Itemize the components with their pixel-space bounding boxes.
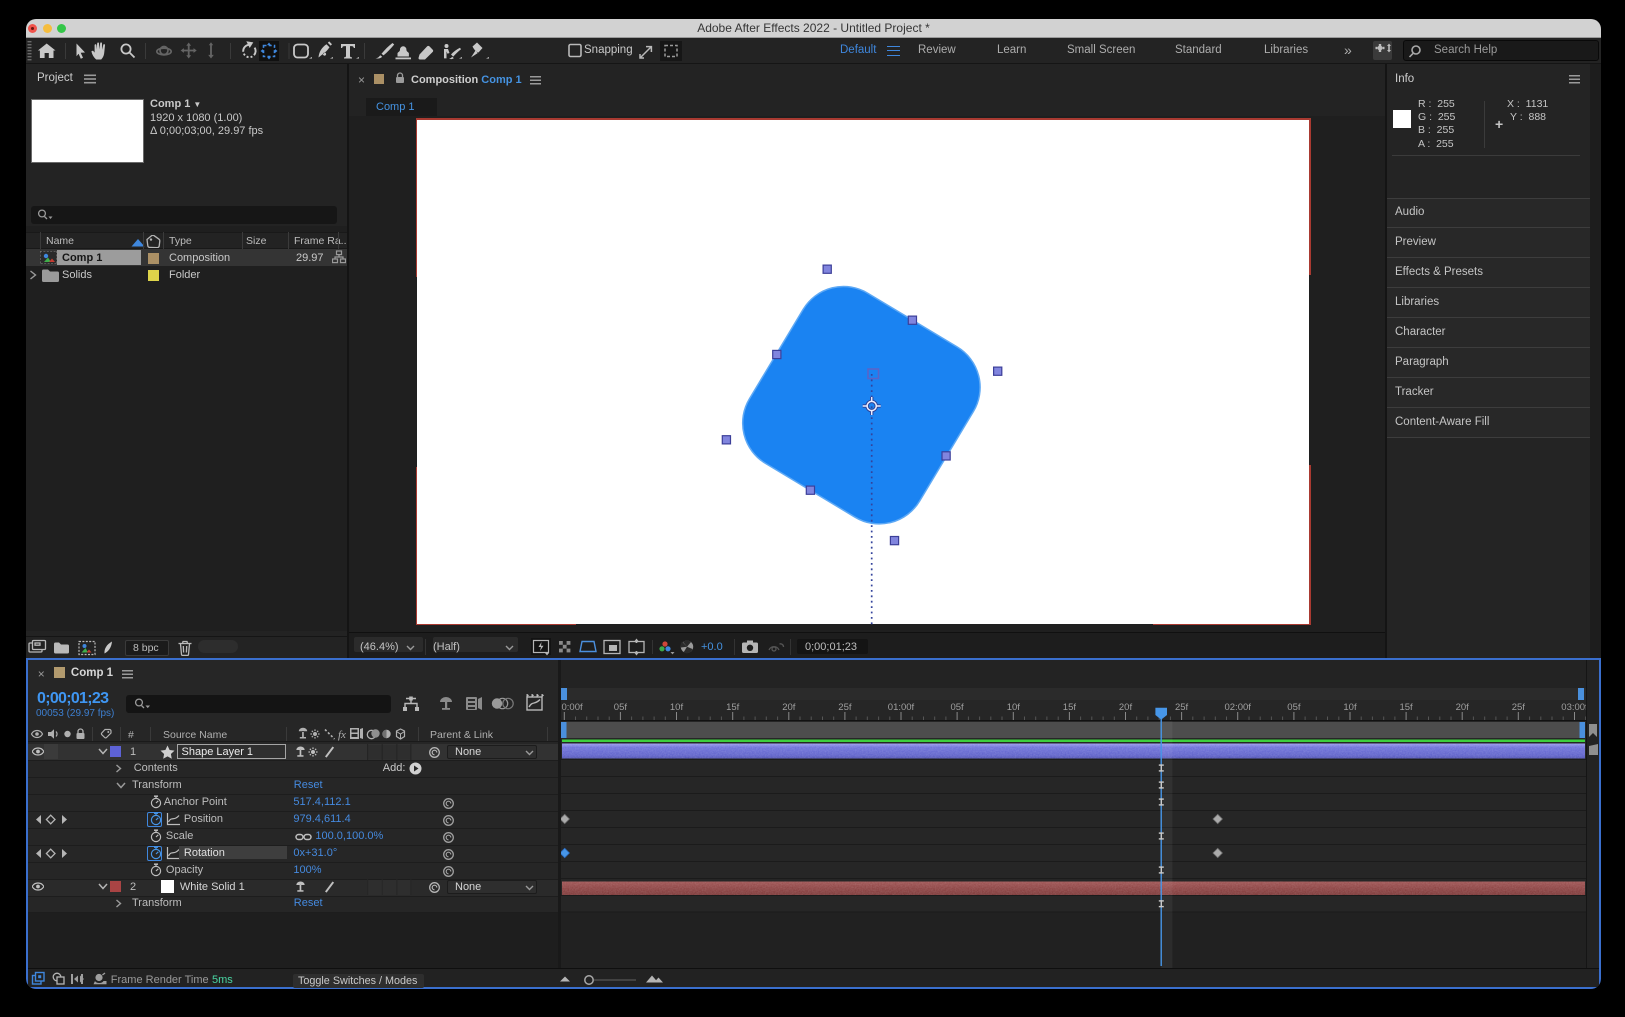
- svg-text:Source Name: Source Name: [163, 729, 227, 741]
- svg-text:15f: 15f: [726, 702, 740, 713]
- svg-text:25f: 25f: [838, 702, 852, 713]
- svg-text:25f: 25f: [1175, 702, 1189, 713]
- svg-text:05f: 05f: [950, 702, 964, 713]
- svg-text:10f: 10f: [670, 702, 684, 713]
- svg-text:fx: fx: [338, 729, 346, 741]
- svg-text:01:00f: 01:00f: [888, 702, 915, 713]
- svg-text:Parent & Link: Parent & Link: [430, 729, 494, 741]
- svg-text:25f: 25f: [1512, 702, 1526, 713]
- svg-text:10f: 10f: [1007, 702, 1021, 713]
- svg-text:05f: 05f: [614, 702, 628, 713]
- svg-text:15f: 15f: [1063, 702, 1077, 713]
- svg-text:10f: 10f: [1343, 702, 1357, 713]
- svg-text:20f: 20f: [1119, 702, 1133, 713]
- svg-text:02:00f: 02:00f: [1224, 702, 1251, 713]
- svg-text:15f: 15f: [1399, 702, 1413, 713]
- svg-text:03:00f: 03:00f: [1561, 702, 1588, 713]
- svg-text:0:00f: 0:00f: [562, 702, 583, 713]
- svg-text:20f: 20f: [1456, 702, 1470, 713]
- svg-text:05f: 05f: [1287, 702, 1301, 713]
- svg-text:#: #: [128, 729, 134, 741]
- svg-text:20f: 20f: [782, 702, 796, 713]
